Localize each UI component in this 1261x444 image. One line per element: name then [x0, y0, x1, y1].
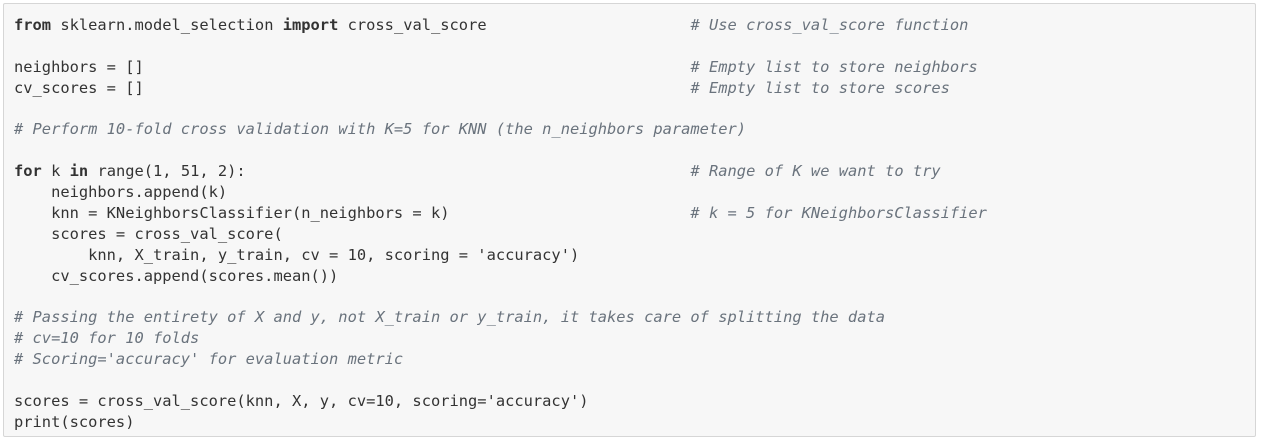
code-keyword: from — [14, 16, 52, 34]
code-text: cross_val_score — [338, 16, 487, 34]
code-text: sklearn.model_selection — [51, 16, 283, 34]
inline-comment: # k = 5 for KNeighborsClassifier — [690, 204, 987, 223]
code-keyword: for — [14, 162, 42, 181]
code-comment: # cv=10 for 10 folds — [14, 329, 200, 348]
code-text: neighbors.append(k) — [14, 183, 228, 202]
code-line: cv_scores.append(scores.mean()) — [14, 266, 1255, 287]
code-line: neighbors = [] # Empty list to store nei… — [14, 57, 1255, 78]
code-line: # Perform 10-fold cross validation with … — [14, 119, 1255, 140]
code-line: cv_scores = [] # Empty list to store sco… — [14, 78, 1255, 99]
code-text: knn = KNeighborsClassifier(n_neighbors =… — [14, 204, 450, 223]
code-text: cv_scores = [] — [14, 78, 144, 97]
code-line: # Passing the entirety of X and y, not X… — [14, 307, 1255, 328]
code-line: for k in range(1, 51, 2): # Range of K w… — [14, 161, 1255, 182]
code-keyword: import — [282, 16, 339, 34]
code-text: print(scores) — [14, 412, 135, 431]
code-keyword: in — [69, 162, 89, 181]
code-text: k — [41, 162, 70, 181]
code-comment: # Passing the entirety of X and y, not X… — [14, 308, 885, 327]
code-text: scores = cross_val_score(knn, X, y, cv=1… — [14, 392, 589, 411]
code-content: from sklearn.model_selection import cros… — [4, 4, 1255, 433]
code-block: from sklearn.model_selection import cros… — [3, 3, 1256, 437]
code-text: scores = cross_val_score( — [14, 224, 283, 243]
code-line: knn, X_train, y_train, cv = 10, scoring … — [14, 245, 1255, 266]
code-line: # cv=10 for 10 folds — [14, 328, 1255, 349]
code-line: scores = cross_val_score( — [14, 224, 1255, 245]
code-text: cv_scores.append(scores.mean()) — [14, 266, 339, 285]
inline-comment: # Empty list to store scores — [690, 78, 950, 97]
code-line: print(scores) — [14, 412, 1255, 433]
code-line: from sklearn.model_selection import cros… — [14, 15, 1255, 36]
inline-comment: # Empty list to store neighbors — [690, 57, 978, 76]
code-comment: # Perform 10-fold cross validation with … — [14, 120, 747, 139]
code-line: neighbors.append(k) — [14, 182, 1255, 203]
code-line: # Scoring='accuracy' for evaluation metr… — [14, 349, 1255, 370]
code-text: neighbors = [] — [14, 57, 144, 76]
code-line: scores = cross_val_score(knn, X, y, cv=1… — [14, 391, 1255, 412]
code-comment: # Scoring='accuracy' for evaluation metr… — [14, 350, 404, 369]
inline-comment: # Range of K we want to try — [690, 162, 941, 181]
code-line: knn = KNeighborsClassifier(n_neighbors =… — [14, 203, 1255, 224]
code-text: knn, X_train, y_train, cv = 10, scoring … — [14, 245, 580, 264]
inline-comment: # Use cross_val_score function — [690, 16, 969, 34]
code-text: range(1, 51, 2): — [88, 162, 246, 181]
